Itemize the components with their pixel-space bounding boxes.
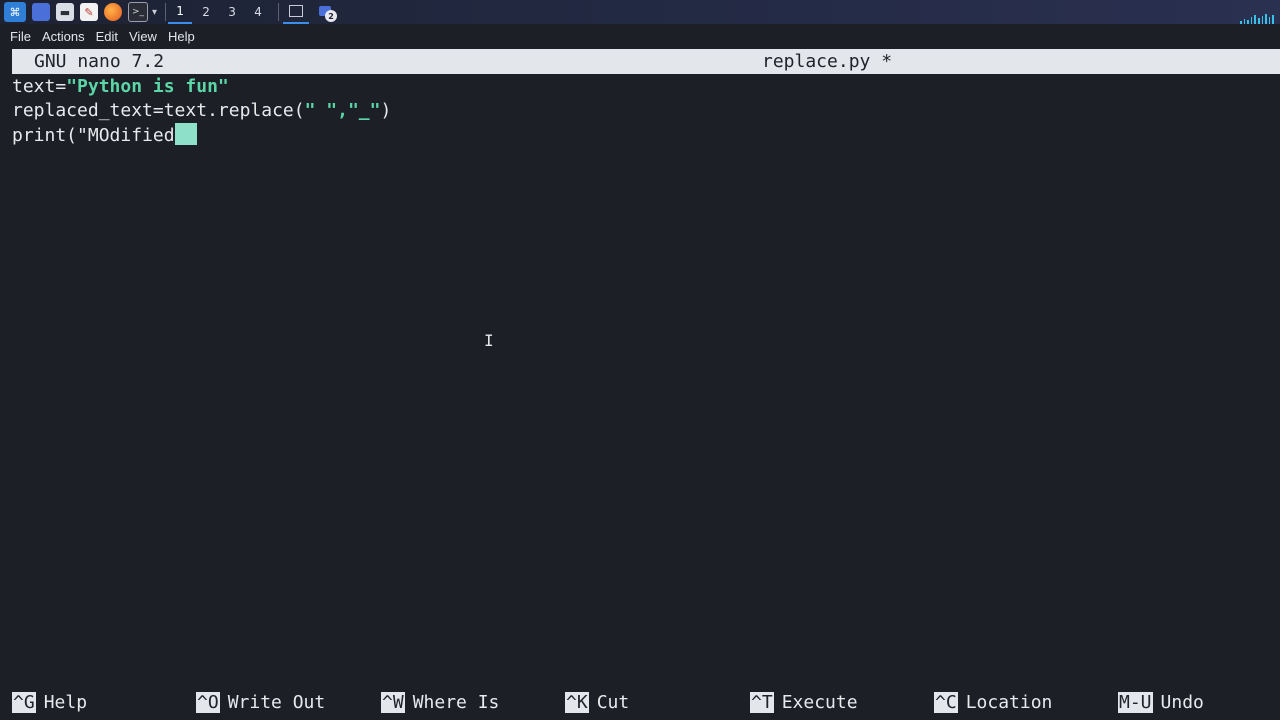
terminal-window-button[interactable] — [283, 0, 310, 24]
editor-area[interactable]: text="Python is fun" replaced_text=text.… — [12, 74, 1280, 674]
terminal-icon[interactable]: >_ — [128, 2, 148, 22]
shortcut-key: ^K — [565, 692, 589, 713]
nano-shortcut-bar: ^G Help ^O Write Out ^W Where Is ^K Cut ^T Ex… — [12, 690, 1280, 716]
show-desktop-icon[interactable] — [32, 3, 50, 21]
terminal-menubar: File Actions Edit View Help — [0, 24, 1280, 48]
shortcut-cut[interactable]: ^K Cut — [565, 690, 629, 716]
menu-actions[interactable]: Actions — [42, 29, 85, 44]
text-editor-icon[interactable]: ✎ — [80, 3, 98, 21]
workspace-1[interactable]: 1 — [168, 0, 193, 24]
workspace-3[interactable]: 3 — [220, 1, 244, 23]
menu-file[interactable]: File — [10, 29, 31, 44]
window-count-badge: 2 — [325, 10, 338, 22]
shortcut-label: Execute — [781, 692, 858, 713]
string-literal: "Python is fun" — [66, 76, 229, 97]
shortcut-key: ^O — [196, 692, 220, 713]
window-group-button[interactable]: 2 — [317, 2, 339, 22]
shortcut-where-is[interactable]: ^W Where Is — [381, 690, 499, 716]
nano-version: GNU nano 7.2 — [34, 51, 165, 72]
shortcut-label: Write Out — [227, 692, 326, 713]
text-cursor — [174, 123, 197, 145]
shortcut-key: ^W — [381, 692, 405, 713]
shortcut-key: ^G — [12, 692, 36, 713]
shortcut-location[interactable]: ^C Location — [934, 690, 1052, 716]
workspace-2[interactable]: 2 — [194, 1, 218, 23]
nano-title-bar: GNU nano 7.2 replace.py * — [12, 49, 1280, 74]
code-text: replaced_text=text.replace( — [12, 100, 305, 121]
window-icon — [289, 5, 304, 17]
chevron-down-icon[interactable]: ▾ — [152, 7, 157, 18]
code-line-1[interactable]: text="Python is fun" — [12, 74, 229, 99]
firefox-icon[interactable] — [104, 3, 122, 21]
code-text: ) — [380, 100, 392, 121]
string-literal: " ","_" — [304, 100, 381, 121]
shortcut-key: M-U — [1118, 692, 1153, 713]
code-text: text= — [12, 76, 67, 97]
shortcut-undo[interactable]: M-U Undo — [1118, 690, 1204, 716]
file-manager-icon[interactable]: ▬ — [56, 3, 74, 21]
system-taskbar: ⌘ ▬ ✎ >_ ▾ 1 2 3 4 2 — [0, 0, 1280, 24]
file-name: replace.py * — [762, 51, 893, 72]
mouse-ibeam-icon: I — [484, 331, 494, 350]
code-text: print("MOdified — [12, 125, 175, 146]
taskbar-divider — [278, 3, 280, 21]
menu-view[interactable]: View — [129, 29, 157, 44]
shortcut-key: ^C — [934, 692, 958, 713]
code-line-3[interactable]: print("MOdified — [12, 123, 197, 148]
shortcut-help[interactable]: ^G Help — [12, 690, 87, 716]
shortcut-execute[interactable]: ^T Execute — [750, 690, 858, 716]
code-line-2[interactable]: replaced_text=text.replace(" ","_") — [12, 98, 391, 123]
workspace-4[interactable]: 4 — [246, 1, 270, 23]
shortcut-label: Cut — [596, 692, 630, 713]
cpu-graph-icon — [1240, 14, 1274, 24]
menu-help[interactable]: Help — [168, 29, 195, 44]
taskbar-divider — [165, 3, 167, 21]
shortcut-key: ^T — [750, 692, 774, 713]
shortcut-label: Undo — [1160, 692, 1204, 713]
menu-edit[interactable]: Edit — [96, 29, 118, 44]
shortcut-label: Help — [43, 692, 88, 713]
shortcut-write-out[interactable]: ^O Write Out — [196, 690, 325, 716]
shortcut-label: Where Is — [412, 692, 500, 713]
shortcut-label: Location — [965, 692, 1053, 713]
kali-menu-icon[interactable]: ⌘ — [4, 2, 26, 22]
